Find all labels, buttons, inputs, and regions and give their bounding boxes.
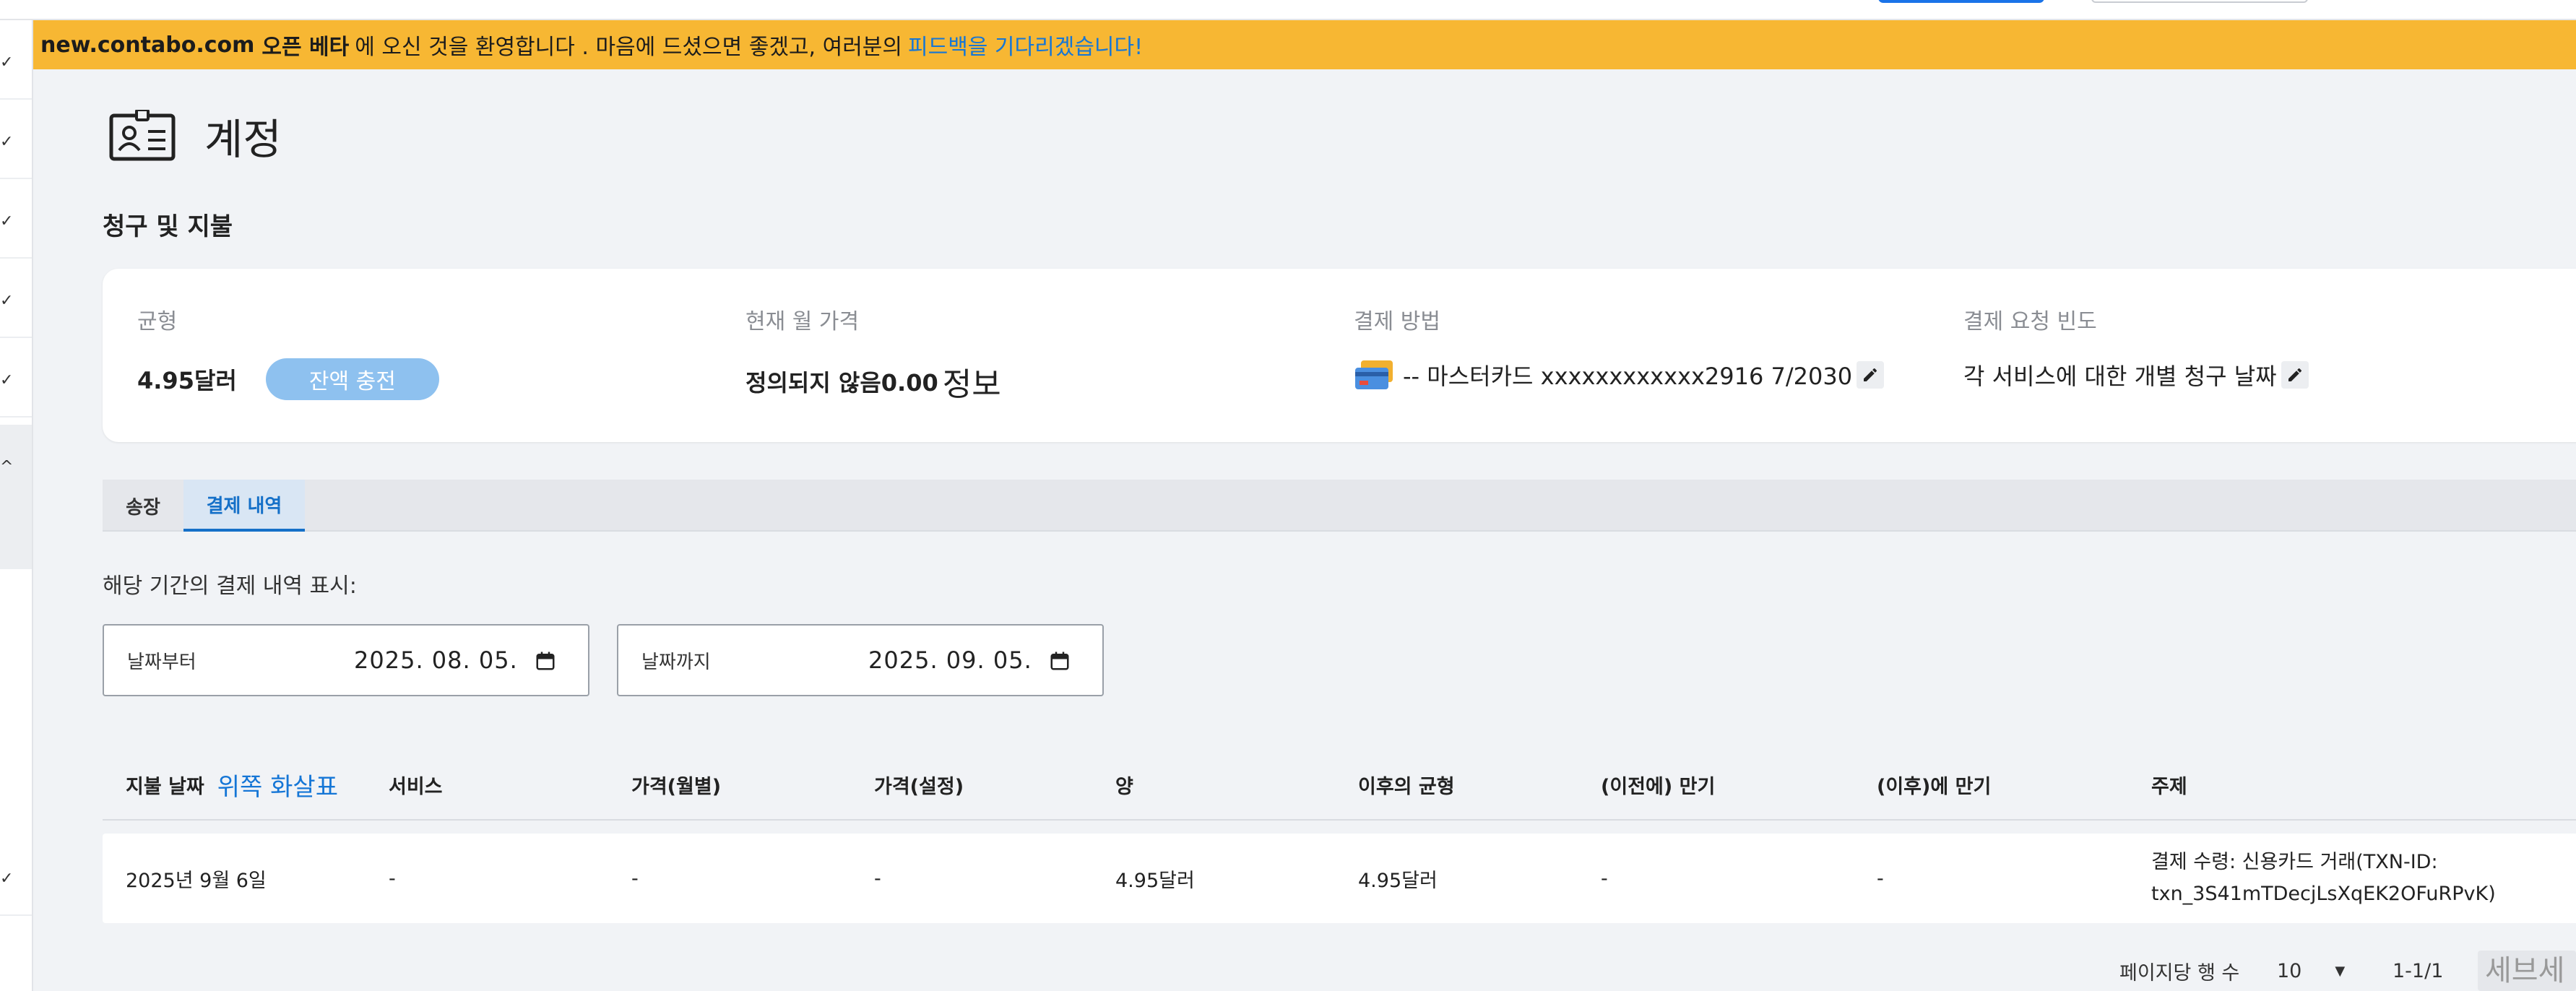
page-title-text: 계정 <box>204 115 282 164</box>
sidebar-item-5[interactable]: ✓ <box>0 338 32 417</box>
cell-due-before: - <box>1601 867 1608 890</box>
cell-subject: 결제 수령: 신용카드 거래(TXN-ID: txn_3S41mTDecjLsX… <box>2151 834 2556 923</box>
chevron-down-icon: ✓ <box>0 870 14 888</box>
date-from-label: 날짜부터 <box>127 651 196 673</box>
column-header-due-after[interactable]: (이후)에 만기 <box>1877 748 1991 821</box>
balance-value: 4.95달러 <box>137 367 237 394</box>
column-header-date[interactable]: 지불 날짜 위쪽 화살표 <box>126 748 338 821</box>
chevron-down-icon: ✓ <box>0 53 14 72</box>
header-action-button[interactable] <box>1878 0 2044 3</box>
chat-widget-button[interactable]: 세브세 <box>2478 951 2576 991</box>
sidebar-item-4[interactable]: ✓ <box>0 259 32 338</box>
column-header-amount[interactable]: 양 <box>1115 748 1133 821</box>
chevron-up-icon: ^ <box>0 458 14 476</box>
rows-per-page-select[interactable]: 10 ▼ <box>2277 951 2345 991</box>
date-to-field[interactable]: 날짜까지 2025. 09. 05. <box>617 624 1104 696</box>
column-header-service[interactable]: 서비스 <box>389 748 443 821</box>
edit-frequency-pencil-icon[interactable] <box>2281 361 2309 389</box>
top-header <box>0 0 2576 20</box>
main-content: 계정 청구 및 지불 균형 4.95달러 잔액 충전 현재 월 가격 정의되지 … <box>33 69 2576 991</box>
monthly-label: 현재 월 가격 <box>745 309 860 334</box>
period-label: 해당 기간의 결제 내역 표시: <box>103 574 357 599</box>
cell-amount: 4.95달러 <box>1115 869 1195 892</box>
date-to-value[interactable]: 2025. 09. 05. <box>868 646 1032 674</box>
tab-invoices[interactable]: 송장 <box>103 480 183 532</box>
sidebar-item-account[interactable]: ^ <box>0 425 32 569</box>
banner-site: new.contabo.com <box>40 32 255 58</box>
date-to-label: 날짜까지 <box>641 651 711 673</box>
cell-subject-line2: txn_3S41mTDecjLsXqEK2OFuRPvK) <box>2151 883 2496 905</box>
column-header-due-before[interactable]: (이전에) 만기 <box>1601 748 1715 821</box>
sidebar-item-2[interactable]: ✓ <box>0 100 32 179</box>
rows-per-page-value: 10 <box>2277 959 2302 982</box>
edit-payment-pencil-icon[interactable] <box>1857 361 1885 389</box>
column-header-price-monthly[interactable]: 가격(월별) <box>631 748 721 821</box>
date-from-value[interactable]: 2025. 08. 05. <box>354 646 518 674</box>
chevron-down-icon: ✓ <box>0 212 14 230</box>
balance-label: 균형 <box>137 309 178 334</box>
beta-banner: new.contabo.com 오픈 베타 에 오신 것을 환영합니다 . 마음… <box>0 20 2576 69</box>
banner-beta: 오픈 베타 <box>262 35 350 60</box>
pagination-range: 1-1/1 <box>2393 959 2444 982</box>
frequency-label: 결제 요청 빈도 <box>1963 309 2097 334</box>
page-title: 계정 <box>109 105 282 166</box>
payments-table-header: 지불 날짜 위쪽 화살표 서비스 가격(월별) 가격(설정) 양 이후의 균형 … <box>103 748 2576 821</box>
banner-welcome: 에 오신 것을 환영합니다 . 마음에 드셨으면 좋겠고, 여러분의 <box>355 35 902 60</box>
account-card-icon <box>109 110 176 161</box>
caret-down-icon: ▼ <box>2335 963 2346 979</box>
sidebar-item-1[interactable]: ✓ <box>0 20 32 100</box>
sidebar: ✓ ✓ ✓ ✓ ✓ ^ ✓ <box>0 20 33 991</box>
cell-due-after: - <box>1877 867 1884 890</box>
frequency-value: 각 서비스에 대한 개별 청구 날짜 <box>1963 363 2277 390</box>
date-from-field[interactable]: 날짜부터 2025. 08. 05. <box>103 624 589 696</box>
column-header-price-setup[interactable]: 가격(설정) <box>874 748 964 821</box>
rows-per-page-label: 페이지당 행 수 <box>2119 961 2240 984</box>
chevron-down-icon: ✓ <box>0 133 14 151</box>
cell-balance-after: 4.95달러 <box>1358 869 1438 892</box>
calendar-icon[interactable] <box>535 650 556 672</box>
section-title: 청구 및 지불 <box>103 212 233 241</box>
calendar-icon[interactable] <box>1049 650 1071 672</box>
header-select[interactable] <box>2091 0 2308 3</box>
sort-arrow-up-icon[interactable]: 위쪽 화살표 <box>217 767 338 802</box>
cell-service: - <box>389 867 396 890</box>
credit-card-icon <box>1355 360 1393 389</box>
cell-price-setup: - <box>874 867 881 890</box>
payment-value: -- 마스터카드 xxxxxxxxxxxx2916 7/2030 <box>1403 363 1853 390</box>
cell-subject-line1: 결제 수령: 신용카드 거래(TXN-ID: <box>2151 851 2438 873</box>
chevron-down-icon: ✓ <box>0 292 14 310</box>
cell-price-monthly: - <box>631 867 639 890</box>
monthly-info-link[interactable]: 정보 <box>943 358 1001 404</box>
chevron-down-icon: ✓ <box>0 371 14 389</box>
cell-date: 2025년 9월 6일 <box>126 869 267 892</box>
table-row: 2025년 9월 6일 - - - 4.95달러 4.95달러 - - 결제 수… <box>103 834 2576 923</box>
payment-label: 결제 방법 <box>1354 309 1440 334</box>
payment-method-block: 결제 방법 -- 마스터카드 xxxxxxxxxxxx2916 7/2030 <box>1354 303 1885 391</box>
banner-feedback-link[interactable]: 피드백을 기다리겠습니다! <box>908 29 1143 61</box>
topup-button[interactable]: 잔액 충전 <box>265 358 439 400</box>
sidebar-item-3[interactable]: ✓ <box>0 179 32 259</box>
billing-tabs: 송장 결제 내역 <box>103 480 2576 532</box>
tab-payment-history[interactable]: 결제 내역 <box>183 480 305 532</box>
monthly-price-block: 현재 월 가격 정의되지 않음0.00 정보 <box>745 303 1001 404</box>
column-header-balance-after[interactable]: 이후의 균형 <box>1358 748 1455 821</box>
billing-frequency-block: 결제 요청 빈도 각 서비스에 대한 개별 청구 날짜 <box>1963 303 2309 391</box>
sidebar-item-7[interactable]: ✓ <box>0 836 32 916</box>
billing-summary-card: 균형 4.95달러 잔액 충전 현재 월 가격 정의되지 않음0.00 정보 결… <box>103 269 2576 442</box>
balance-block: 균형 4.95달러 잔액 충전 <box>137 303 439 400</box>
monthly-value: 정의되지 않음0.00 <box>745 369 938 397</box>
column-header-subject[interactable]: 주제 <box>2151 748 2187 821</box>
